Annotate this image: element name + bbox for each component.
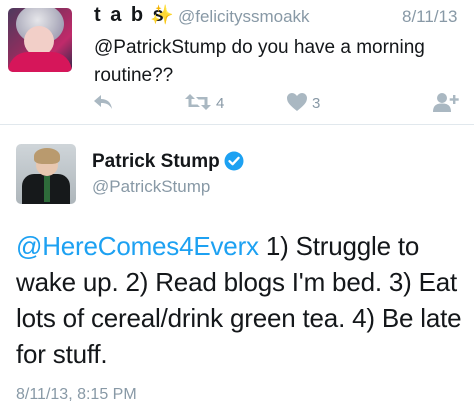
tweet-timestamp[interactable]: 8/11/13, 8:15 PM <box>16 386 137 404</box>
follow-icon[interactable] <box>432 92 460 114</box>
retweet-icon[interactable] <box>184 92 212 112</box>
sparkle-emoji: ✨ <box>150 5 174 26</box>
reply-author-handle[interactable]: @felicityssmoakk <box>178 7 310 27</box>
reply-author-avatar[interactable] <box>8 8 72 72</box>
main-author-handle[interactable]: @PatrickStump <box>92 177 210 197</box>
mention-link[interactable]: @HereComes4Everx <box>16 231 259 261</box>
verified-badge-icon <box>224 151 244 171</box>
reply-date[interactable]: 8/11/13 <box>402 7 457 27</box>
like-count: 3 <box>312 95 321 112</box>
reply-tweet-text: @PatrickStump do you have a morning rout… <box>94 37 425 86</box>
heart-icon[interactable] <box>286 92 308 112</box>
reply-icon[interactable] <box>92 92 114 112</box>
tweet-divider <box>0 124 474 125</box>
main-tweet-text: @HereComes4Everx 1) Struggle to wake up.… <box>16 228 466 372</box>
main-author-name[interactable]: Patrick Stump <box>92 151 220 173</box>
retweet-count: 4 <box>216 95 225 112</box>
main-author-avatar[interactable] <box>16 144 76 204</box>
